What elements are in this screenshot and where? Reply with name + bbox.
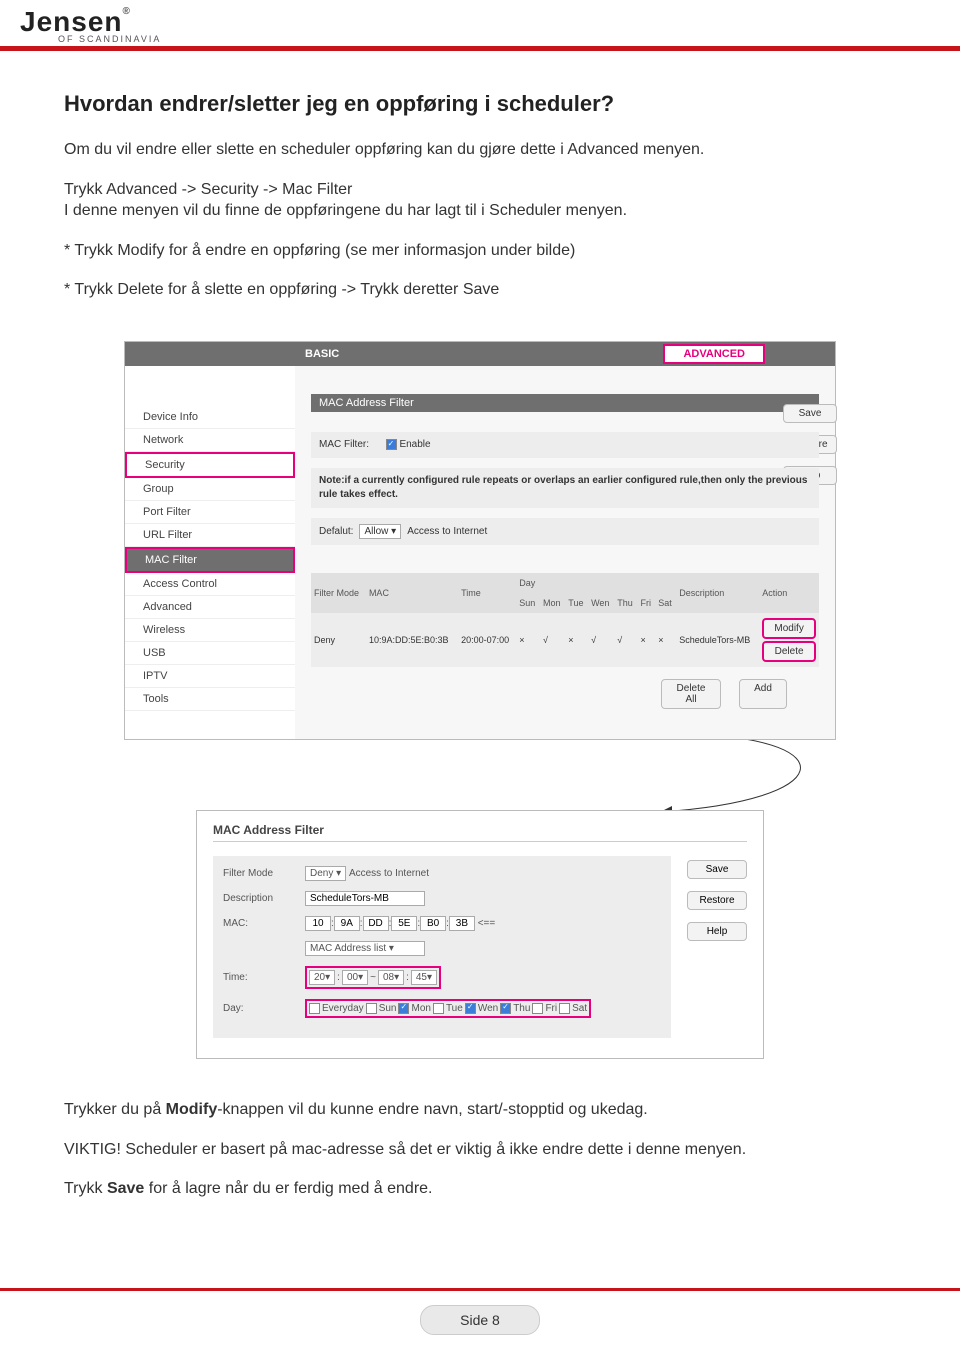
- screenshot-mac-filter-edit: MAC Address Filter Filter Mode Deny ▾ Ac…: [196, 810, 764, 1059]
- th-mac: MAC: [366, 573, 458, 613]
- sidebar-item-port-filter[interactable]: Port Filter: [125, 501, 295, 524]
- description-input[interactable]: [305, 891, 425, 906]
- mac-oct-1[interactable]: [334, 916, 360, 931]
- day-checkbox-fri[interactable]: [532, 1003, 543, 1014]
- closing-warning: VIKTIG! Scheduler er basert på mac-adres…: [64, 1139, 896, 1161]
- sidebar-item-network[interactable]: Network: [125, 429, 295, 452]
- panel-heading-2: MAC Address Filter: [213, 823, 747, 842]
- day-label: Mon: [411, 1003, 430, 1014]
- day-label: Sat: [572, 1003, 587, 1014]
- time-h2[interactable]: 08▾: [378, 970, 404, 985]
- closing-modify: Trykker du på Modify-knappen vil du kunn…: [64, 1099, 896, 1121]
- nav-path-paragraph: Trykk Advanced -> Security -> Mac Filter…: [64, 179, 896, 222]
- time-m1[interactable]: 00▾: [342, 970, 368, 985]
- day-label: Everyday: [322, 1003, 364, 1014]
- page-content: Hvordan endrer/sletter jeg en oppføring …: [0, 51, 960, 1248]
- mac-oct-3[interactable]: [391, 916, 417, 931]
- sidebar-item-access-control[interactable]: Access Control: [125, 573, 295, 596]
- day-label: Tue: [446, 1003, 463, 1014]
- page-title: Hvordan endrer/sletter jeg en oppføring …: [64, 91, 896, 117]
- sidebar-item-group[interactable]: Group: [125, 478, 295, 501]
- sidebar-item-url-filter[interactable]: URL Filter: [125, 524, 295, 547]
- page-number: Side 8: [420, 1305, 540, 1335]
- modify-instruction: * Trykk Modify for å endre en oppføring …: [64, 240, 896, 262]
- filter-mode-select[interactable]: Deny ▾: [305, 866, 346, 881]
- tab-basic[interactable]: BASIC: [305, 348, 339, 360]
- restore-button-2[interactable]: Restore: [687, 891, 747, 910]
- save-button-2[interactable]: Save: [687, 860, 747, 879]
- closing-save: Trykk Save for å lagre når du er ferdig …: [64, 1178, 896, 1200]
- mac-oct-4[interactable]: [420, 916, 446, 931]
- intro-paragraph: Om du vil endre eller slette en schedule…: [64, 139, 896, 161]
- th-day: Day: [516, 573, 676, 593]
- help-button-2[interactable]: Help: [687, 922, 747, 941]
- logo-tagline: OF SCANDINAVIA: [58, 34, 940, 44]
- sidebar-item-usb[interactable]: USB: [125, 642, 295, 665]
- mac-oct-2[interactable]: [363, 916, 389, 931]
- enable-checkbox[interactable]: [386, 439, 397, 450]
- day-checkbox-sun[interactable]: [366, 1003, 377, 1014]
- th-mode: Filter Mode: [311, 573, 366, 613]
- day-label: Sun: [379, 1003, 397, 1014]
- footer: Side 8: [0, 1288, 960, 1335]
- sidebar: Device Info Network Security Group Port …: [125, 366, 295, 739]
- delete-instruction: * Trykk Delete for å slette en oppføring…: [64, 279, 896, 301]
- delete-button[interactable]: Delete: [762, 641, 816, 662]
- mac-oct-0[interactable]: [305, 916, 331, 931]
- sidebar-item-iptv[interactable]: IPTV: [125, 665, 295, 688]
- day-label: Wen: [478, 1003, 498, 1014]
- modify-button[interactable]: Modify: [762, 618, 816, 639]
- sidebar-item-security[interactable]: Security: [125, 452, 295, 478]
- side-buttons-2: Save Restore Help: [687, 860, 747, 1038]
- logo-header: Jensen® OF SCANDINAVIA: [0, 0, 960, 46]
- mac-list-select[interactable]: MAC Address list ▾: [305, 941, 425, 956]
- day-checkbox-wen[interactable]: [465, 1003, 476, 1014]
- day-checkbox-mon[interactable]: [398, 1003, 409, 1014]
- filter-table: Filter Mode MAC Time Day Description Act…: [311, 573, 819, 667]
- panel-heading: MAC Address Filter: [311, 394, 819, 412]
- default-select[interactable]: Allow ▾: [359, 524, 401, 539]
- th-desc: Description: [676, 573, 759, 613]
- sidebar-item-tools[interactable]: Tools: [125, 688, 295, 711]
- save-button[interactable]: Save: [783, 404, 837, 423]
- sidebar-item-wireless[interactable]: Wireless: [125, 619, 295, 642]
- mac-oct-5[interactable]: [449, 916, 475, 931]
- th-time: Time: [458, 573, 516, 613]
- edit-form: Filter Mode Deny ▾ Access to Internet De…: [213, 856, 671, 1038]
- main-panel: MAC Address Filter Save Restore Help MAC…: [295, 366, 835, 739]
- sidebar-item-mac-filter[interactable]: MAC Filter: [125, 547, 295, 573]
- arrow-graphic: [100, 730, 860, 820]
- screenshot-mac-filter-list: BASIC ADVANCED Device Info Network Secur…: [124, 341, 836, 740]
- time-m2[interactable]: 45▾: [411, 970, 437, 985]
- sidebar-item-device-info[interactable]: Device Info: [125, 406, 295, 429]
- enable-row: MAC Filter: Enable: [311, 432, 819, 458]
- day-checkbox-thu[interactable]: [500, 1003, 511, 1014]
- delete-all-button[interactable]: Delete All: [661, 679, 721, 709]
- default-row: Defalut: Allow ▾ Access to Internet: [311, 518, 819, 545]
- day-checkbox-sat[interactable]: [559, 1003, 570, 1014]
- day-checkbox-tue[interactable]: [433, 1003, 444, 1014]
- day-label: Fri: [545, 1003, 557, 1014]
- note-text: Note:if a currently configured rule repe…: [311, 468, 819, 508]
- day-label: Thu: [513, 1003, 530, 1014]
- th-action: Action: [759, 573, 819, 613]
- day-checkbox-everyday[interactable]: [309, 1003, 320, 1014]
- table-row: Deny 10:9A:DD:5E:B0:3B 20:00-07:00 × √ ×…: [311, 613, 819, 667]
- time-highlight: 20▾: 00▾~ 08▾: 45▾: [305, 966, 441, 989]
- time-h1[interactable]: 20▾: [309, 970, 335, 985]
- top-tabs: BASIC ADVANCED: [125, 342, 835, 366]
- day-highlight: Everyday Sun Mon Tue Wen Thu Fri Sat: [305, 999, 591, 1018]
- sidebar-item-advanced[interactable]: Advanced: [125, 596, 295, 619]
- add-button[interactable]: Add: [739, 679, 787, 709]
- footer-divider: [0, 1288, 960, 1291]
- tab-advanced[interactable]: ADVANCED: [663, 344, 765, 364]
